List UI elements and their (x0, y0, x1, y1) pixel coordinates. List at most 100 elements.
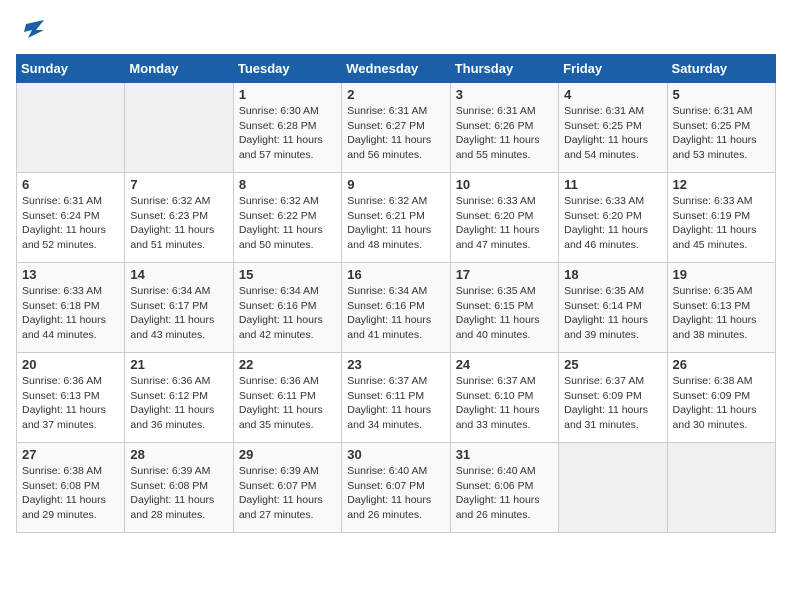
calendar-cell: 27 Sunrise: 6:38 AM Sunset: 6:08 PM Dayli… (17, 443, 125, 533)
calendar-cell: 25 Sunrise: 6:37 AM Sunset: 6:09 PM Dayli… (559, 353, 667, 443)
cell-content: Sunrise: 6:33 AM Sunset: 6:20 PM Dayligh… (456, 194, 553, 253)
calendar-header-row: SundayMondayTuesdayWednesdayThursdayFrid… (17, 55, 776, 83)
header-tuesday: Tuesday (233, 55, 341, 83)
calendar-cell: 24 Sunrise: 6:37 AM Sunset: 6:10 PM Dayli… (450, 353, 558, 443)
calendar-cell: 13Sunrise: 6:33 AM Sunset: 6:18 PM Dayli… (17, 263, 125, 353)
page-header (16, 16, 776, 46)
calendar-cell: 9Sunrise: 6:32 AM Sunset: 6:21 PM Daylig… (342, 173, 450, 263)
calendar-cell (125, 83, 233, 173)
day-number: 26 (673, 357, 770, 372)
calendar-cell: 7 Sunrise: 6:32 AM Sunset: 6:23 PM Daylig… (125, 173, 233, 263)
day-number: 5 (673, 87, 770, 102)
logo (16, 16, 50, 46)
calendar-cell: 29 Sunrise: 6:39 AM Sunset: 6:07 PM Dayli… (233, 443, 341, 533)
calendar-cell: 23 Sunrise: 6:37 AM Sunset: 6:11 PM Dayli… (342, 353, 450, 443)
calendar-cell: 3 Sunrise: 6:31 AM Sunset: 6:26 PM Daylig… (450, 83, 558, 173)
cell-content: Sunrise: 6:34 AM Sunset: 6:16 PM Dayligh… (239, 284, 336, 343)
day-number: 3 (456, 87, 553, 102)
calendar-cell: 30 Sunrise: 6:40 AM Sunset: 6:07 PM Dayli… (342, 443, 450, 533)
calendar-cell: 17Sunrise: 6:35 AM Sunset: 6:15 PM Dayli… (450, 263, 558, 353)
day-number: 14 (130, 267, 227, 282)
day-number: 13 (22, 267, 119, 282)
day-number: 21 (130, 357, 227, 372)
calendar-cell: 14 Sunrise: 6:34 AM Sunset: 6:17 PM Dayli… (125, 263, 233, 353)
calendar-cell: 6 Sunrise: 6:31 AM Sunset: 6:24 PM Daylig… (17, 173, 125, 263)
cell-content: Sunrise: 6:36 AM Sunset: 6:12 PM Dayligh… (130, 374, 227, 433)
day-number: 31 (456, 447, 553, 462)
day-number: 28 (130, 447, 227, 462)
day-number: 7 (130, 177, 227, 192)
header-sunday: Sunday (17, 55, 125, 83)
calendar-cell: 8 Sunrise: 6:32 AM Sunset: 6:22 PM Daylig… (233, 173, 341, 263)
day-number: 23 (347, 357, 444, 372)
day-number: 22 (239, 357, 336, 372)
cell-content: Sunrise: 6:39 AM Sunset: 6:08 PM Dayligh… (130, 464, 227, 523)
cell-content: Sunrise: 6:32 AM Sunset: 6:23 PM Dayligh… (130, 194, 227, 253)
header-thursday: Thursday (450, 55, 558, 83)
cell-content: Sunrise: 6:31 AM Sunset: 6:24 PM Dayligh… (22, 194, 119, 253)
cell-content: Sunrise: 6:31 AM Sunset: 6:27 PM Dayligh… (347, 104, 444, 163)
header-friday: Friday (559, 55, 667, 83)
cell-content: Sunrise: 6:32 AM Sunset: 6:21 PM Dayligh… (347, 194, 444, 253)
calendar-cell: 28 Sunrise: 6:39 AM Sunset: 6:08 PM Dayli… (125, 443, 233, 533)
cell-content: Sunrise: 6:36 AM Sunset: 6:11 PM Dayligh… (239, 374, 336, 433)
day-number: 4 (564, 87, 661, 102)
day-number: 17 (456, 267, 553, 282)
day-number: 25 (564, 357, 661, 372)
day-number: 10 (456, 177, 553, 192)
cell-content: Sunrise: 6:31 AM Sunset: 6:25 PM Dayligh… (564, 104, 661, 163)
calendar-cell: 10 Sunrise: 6:33 AM Sunset: 6:20 PM Dayli… (450, 173, 558, 263)
day-number: 30 (347, 447, 444, 462)
calendar-week-row: 13Sunrise: 6:33 AM Sunset: 6:18 PM Dayli… (17, 263, 776, 353)
cell-content: Sunrise: 6:40 AM Sunset: 6:06 PM Dayligh… (456, 464, 553, 523)
calendar-cell: 15 Sunrise: 6:34 AM Sunset: 6:16 PM Dayli… (233, 263, 341, 353)
cell-content: Sunrise: 6:40 AM Sunset: 6:07 PM Dayligh… (347, 464, 444, 523)
calendar-cell: 12Sunrise: 6:33 AM Sunset: 6:19 PM Dayli… (667, 173, 775, 263)
cell-content: Sunrise: 6:32 AM Sunset: 6:22 PM Dayligh… (239, 194, 336, 253)
calendar-cell: 19 Sunrise: 6:35 AM Sunset: 6:13 PM Dayli… (667, 263, 775, 353)
day-number: 29 (239, 447, 336, 462)
calendar-cell: 5 Sunrise: 6:31 AM Sunset: 6:25 PM Daylig… (667, 83, 775, 173)
calendar-week-row: 20 Sunrise: 6:36 AM Sunset: 6:13 PM Dayli… (17, 353, 776, 443)
calendar-week-row: 1Sunrise: 6:30 AM Sunset: 6:28 PM Daylig… (17, 83, 776, 173)
day-number: 2 (347, 87, 444, 102)
calendar-cell: 16Sunrise: 6:34 AM Sunset: 6:16 PM Dayli… (342, 263, 450, 353)
cell-content: Sunrise: 6:37 AM Sunset: 6:09 PM Dayligh… (564, 374, 661, 433)
cell-content: Sunrise: 6:37 AM Sunset: 6:10 PM Dayligh… (456, 374, 553, 433)
calendar-week-row: 6 Sunrise: 6:31 AM Sunset: 6:24 PM Daylig… (17, 173, 776, 263)
calendar-cell (559, 443, 667, 533)
day-number: 27 (22, 447, 119, 462)
cell-content: Sunrise: 6:33 AM Sunset: 6:19 PM Dayligh… (673, 194, 770, 253)
cell-content: Sunrise: 6:36 AM Sunset: 6:13 PM Dayligh… (22, 374, 119, 433)
day-number: 6 (22, 177, 119, 192)
day-number: 18 (564, 267, 661, 282)
day-number: 8 (239, 177, 336, 192)
calendar-cell: 21 Sunrise: 6:36 AM Sunset: 6:12 PM Dayli… (125, 353, 233, 443)
calendar-cell (17, 83, 125, 173)
calendar-cell: 20 Sunrise: 6:36 AM Sunset: 6:13 PM Dayli… (17, 353, 125, 443)
header-monday: Monday (125, 55, 233, 83)
cell-content: Sunrise: 6:31 AM Sunset: 6:25 PM Dayligh… (673, 104, 770, 163)
calendar-week-row: 27 Sunrise: 6:38 AM Sunset: 6:08 PM Dayli… (17, 443, 776, 533)
calendar-cell: 1Sunrise: 6:30 AM Sunset: 6:28 PM Daylig… (233, 83, 341, 173)
day-number: 1 (239, 87, 336, 102)
calendar-cell: 22 Sunrise: 6:36 AM Sunset: 6:11 PM Dayli… (233, 353, 341, 443)
day-number: 11 (564, 177, 661, 192)
calendar-cell: 26Sunrise: 6:38 AM Sunset: 6:09 PM Dayli… (667, 353, 775, 443)
cell-content: Sunrise: 6:31 AM Sunset: 6:26 PM Dayligh… (456, 104, 553, 163)
day-number: 24 (456, 357, 553, 372)
cell-content: Sunrise: 6:34 AM Sunset: 6:17 PM Dayligh… (130, 284, 227, 343)
day-number: 16 (347, 267, 444, 282)
calendar-table: SundayMondayTuesdayWednesdayThursdayFrid… (16, 54, 776, 533)
cell-content: Sunrise: 6:37 AM Sunset: 6:11 PM Dayligh… (347, 374, 444, 433)
cell-content: Sunrise: 6:33 AM Sunset: 6:20 PM Dayligh… (564, 194, 661, 253)
cell-content: Sunrise: 6:35 AM Sunset: 6:14 PM Dayligh… (564, 284, 661, 343)
day-number: 20 (22, 357, 119, 372)
cell-content: Sunrise: 6:39 AM Sunset: 6:07 PM Dayligh… (239, 464, 336, 523)
cell-content: Sunrise: 6:38 AM Sunset: 6:08 PM Dayligh… (22, 464, 119, 523)
day-number: 19 (673, 267, 770, 282)
cell-content: Sunrise: 6:35 AM Sunset: 6:13 PM Dayligh… (673, 284, 770, 343)
calendar-cell: 18 Sunrise: 6:35 AM Sunset: 6:14 PM Dayli… (559, 263, 667, 353)
calendar-cell: 4 Sunrise: 6:31 AM Sunset: 6:25 PM Daylig… (559, 83, 667, 173)
day-number: 15 (239, 267, 336, 282)
